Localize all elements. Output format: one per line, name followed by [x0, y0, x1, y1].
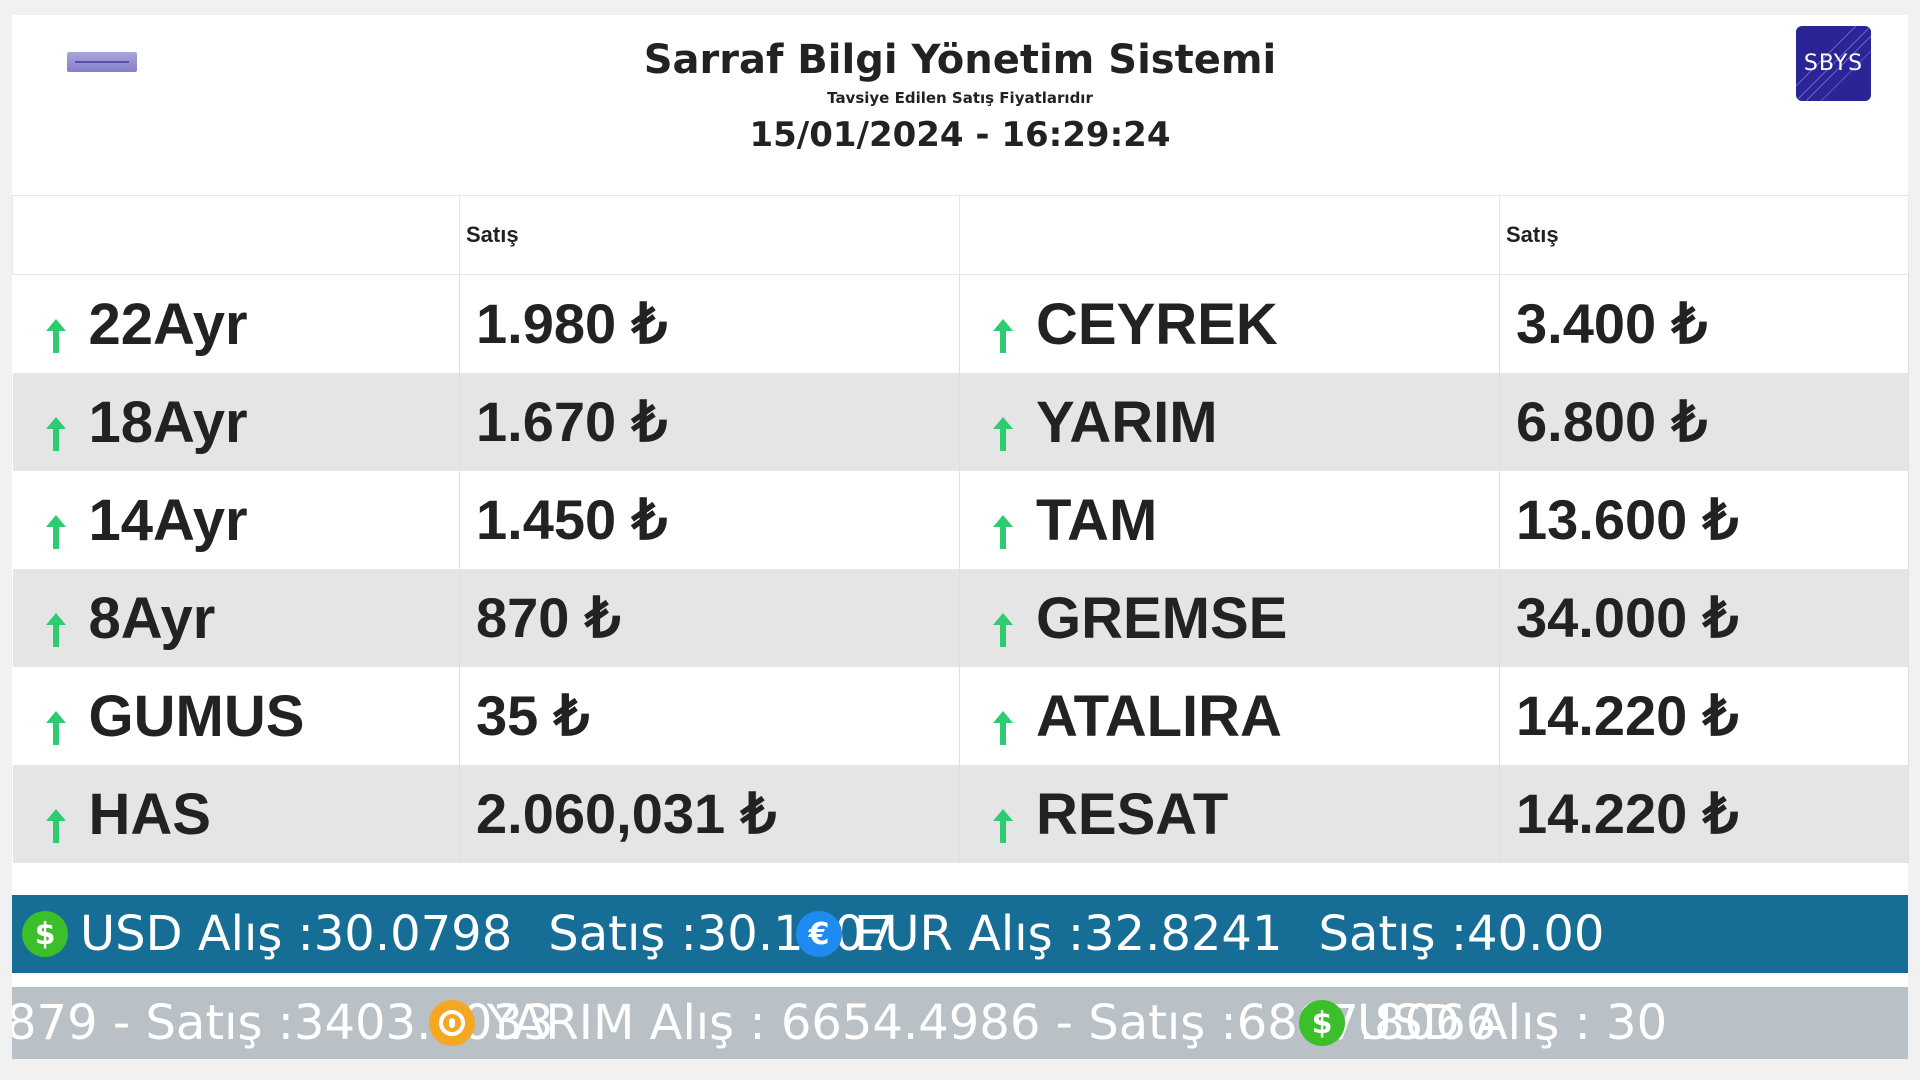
product-name-cell: HAS	[12, 765, 460, 863]
arrow-up-icon	[990, 696, 1016, 746]
sell-price: 1.980 ₺	[459, 274, 960, 373]
product-name-cell: GUMUS	[12, 667, 460, 765]
sell-price: 2.060,031 ₺	[459, 765, 960, 863]
arrow-up-icon	[43, 500, 69, 550]
product-name: HAS	[88, 781, 211, 847]
product-name-cell: 18Ayr	[12, 373, 460, 471]
product-name-cell: 22Ayr	[12, 274, 460, 373]
ticker-item-usd-2: $ USD Alış : 30	[1299, 987, 1667, 1059]
product-name: GUMUS	[88, 683, 305, 749]
usd-buy: USD Alış :30.0798	[80, 906, 513, 962]
currency-ticker: $ USD Alış :30.0798 Satış :30.1707 € EUR…	[12, 895, 1908, 973]
header-name-right	[959, 195, 1500, 275]
gold-ticker: 879 - Satış :3403.9033 YARIM Alış : 6654…	[12, 987, 1908, 1059]
product-name-cell: ATALIRA	[959, 667, 1500, 765]
product-name: 14Ayr	[88, 487, 248, 553]
table-row: 14Ayr 1.450 ₺ TAM 13.600 ₺	[12, 471, 1909, 569]
eur-buy: EUR Alış :32.8241	[854, 906, 1283, 962]
header-sell-left: Satış	[459, 195, 960, 275]
table-row: 22Ayr 1.980 ₺ CEYREK 3.400 ₺	[12, 274, 1909, 373]
table-header-row: Satış Satış	[12, 195, 1909, 275]
table-row: HAS 2.060,031 ₺ RESAT 14.220 ₺	[12, 765, 1909, 863]
arrow-up-icon	[43, 794, 69, 844]
product-name-cell: RESAT	[959, 765, 1500, 863]
table-row: 18Ayr 1.670 ₺ YARIM 6.800 ₺	[12, 373, 1909, 471]
page-title: Sarraf Bilgi Yönetim Sistemi	[643, 37, 1277, 83]
gold-coin-icon	[429, 1000, 475, 1046]
arrow-up-icon	[990, 500, 1016, 550]
page-subtitle: Tavsiye Edilen Satış Fiyatlarıdır	[827, 89, 1093, 107]
dollar-icon: $	[22, 911, 68, 957]
price-table: Satış Satış 22Ayr 1.980 ₺ CEYREK 3.400 ₺ 18A…	[12, 195, 1909, 863]
product-name-cell: GREMSE	[959, 569, 1500, 667]
arrow-up-icon	[990, 304, 1016, 354]
product-name-cell: 8Ayr	[12, 569, 460, 667]
product-name-cell: TAM	[959, 471, 1500, 569]
usd-text-2: USD Alış : 30	[1357, 995, 1668, 1051]
sell-price: 1.450 ₺	[459, 471, 960, 569]
product-name: RESAT	[1036, 781, 1229, 847]
sell-price: 13.600 ₺	[1499, 471, 1909, 569]
euro-icon: €	[796, 911, 842, 957]
sell-price: 14.220 ₺	[1499, 667, 1909, 765]
ticker-item-usd: $ USD Alış :30.0798 Satış :30.1707	[22, 895, 895, 973]
sell-price: 870 ₺	[459, 569, 960, 667]
sbys-logo: SBYS	[1796, 26, 1871, 101]
main-panel: Sarraf Bilgi Yönetim Sistemi Tavsiye Edi…	[12, 15, 1909, 1059]
table-row: 8Ayr 870 ₺ GREMSE 34.000 ₺	[12, 569, 1909, 667]
dollar-icon: $	[1299, 1000, 1345, 1046]
arrow-up-icon	[990, 598, 1016, 648]
sell-price: 34.000 ₺	[1499, 569, 1909, 667]
arrow-up-icon	[43, 402, 69, 452]
arrow-up-icon	[990, 402, 1016, 452]
arrow-up-icon	[43, 304, 69, 354]
sell-price: 35 ₺	[459, 667, 960, 765]
header: Sarraf Bilgi Yönetim Sistemi Tavsiye Edi…	[12, 15, 1908, 195]
product-name: CEYREK	[1036, 291, 1278, 357]
sell-price: 14.220 ₺	[1499, 765, 1909, 863]
header-name-left	[12, 195, 460, 275]
datetime-display: 15/01/2024 - 16:29:24	[749, 115, 1171, 155]
product-name: ATALIRA	[1036, 683, 1282, 749]
product-name-cell: CEYREK	[959, 274, 1500, 373]
arrow-up-icon	[43, 598, 69, 648]
arrow-up-icon	[43, 696, 69, 746]
product-name: GREMSE	[1036, 585, 1288, 651]
ticker-item-eur: € EUR Alış :32.8241 Satış :40.00	[796, 895, 1604, 973]
product-name: 22Ayr	[88, 291, 248, 357]
product-name: 18Ayr	[88, 389, 248, 455]
product-name: YARIM	[1036, 389, 1218, 455]
sbys-logo-text: SBYS	[1803, 51, 1864, 76]
sell-price: 6.800 ₺	[1499, 373, 1909, 471]
product-name: TAM	[1036, 487, 1158, 553]
eur-sell: Satış :40.00	[1318, 906, 1605, 962]
header-sell-right: Satış	[1499, 195, 1909, 275]
product-name-cell: YARIM	[959, 373, 1500, 471]
product-name-cell: 14Ayr	[12, 471, 460, 569]
arrow-up-icon	[990, 794, 1016, 844]
sell-price: 1.670 ₺	[459, 373, 960, 471]
sell-price: 3.400 ₺	[1499, 274, 1909, 373]
product-name: 8Ayr	[88, 585, 216, 651]
table-row: GUMUS 35 ₺ ATALIRA 14.220 ₺	[12, 667, 1909, 765]
